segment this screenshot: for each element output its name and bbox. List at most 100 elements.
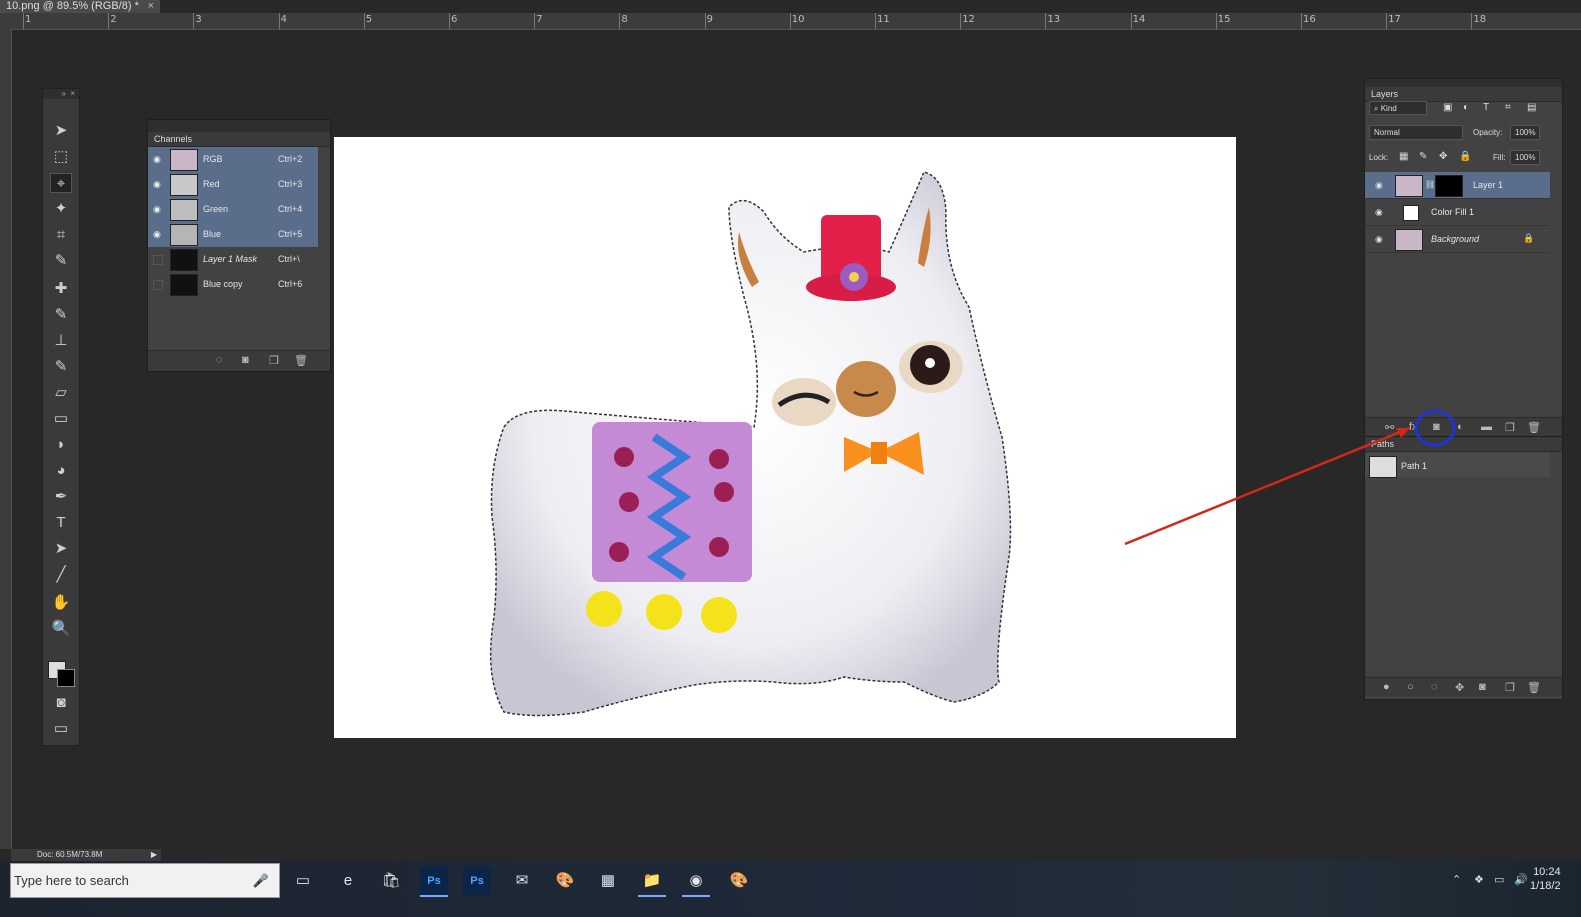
eye-icon[interactable]: ◉	[1375, 234, 1383, 245]
visibility-toggle[interactable]	[153, 280, 163, 290]
paint-icon[interactable]: 🎨	[551, 867, 579, 895]
eye-icon[interactable]: ◉	[153, 155, 163, 164]
document-tab[interactable]: 10.png @ 89.5% (RGB/8) * ×	[0, 0, 160, 13]
gradient-tool-icon[interactable]: ▭	[50, 409, 72, 429]
trash-icon[interactable]: 🗑	[294, 354, 308, 367]
fill-path-icon[interactable]: ●	[1383, 681, 1390, 693]
add-mask-icon[interactable]: ◙	[1479, 681, 1486, 693]
path-selection-tool-icon[interactable]: ➤	[50, 539, 72, 559]
calculator-icon[interactable]: ▦	[594, 867, 622, 895]
eye-icon[interactable]: ◉	[153, 180, 163, 189]
eyedropper-tool-icon[interactable]: ✎	[50, 251, 72, 271]
file-explorer-icon[interactable]: 📁	[638, 867, 666, 897]
hand-tool-icon[interactable]: ✋	[50, 593, 72, 613]
status-menu-icon[interactable]: ▶	[151, 849, 157, 861]
load-selection-icon[interactable]: ◌	[216, 354, 223, 366]
new-path-icon[interactable]: ❐	[1505, 681, 1515, 694]
blend-mode-select[interactable]: Normal	[1369, 125, 1463, 140]
polygonal-lasso-tool-icon[interactable]: ⌖	[50, 173, 72, 193]
chrome-icon[interactable]: ◉	[682, 867, 710, 897]
healing-brush-tool-icon[interactable]: ✚	[50, 279, 72, 299]
crop-tool-icon[interactable]: ⌗	[50, 225, 72, 245]
fill-field[interactable]: 100%	[1510, 150, 1540, 165]
layer-row[interactable]: ◉ Background 🔒	[1365, 226, 1550, 253]
channel-row[interactable]: Layer 1 Mask Ctrl+\	[148, 247, 318, 272]
quick-mask-icon[interactable]: ◙	[50, 693, 72, 713]
chevron-up-icon[interactable]: ⌃	[1452, 873, 1461, 886]
filter-smart-object-icon[interactable]: ▤	[1527, 102, 1536, 113]
layer-filter-select[interactable]: ⌕ Kind	[1369, 101, 1427, 115]
lock-image-icon[interactable]: ✎	[1419, 151, 1427, 162]
blur-tool-icon[interactable]: ◗	[50, 435, 72, 455]
layer-row[interactable]: ◉ Color Fill 1	[1365, 199, 1550, 226]
filter-shape-icon[interactable]: ⌗	[1505, 102, 1511, 113]
make-work-path-icon[interactable]: ✥	[1455, 681, 1464, 694]
trash-icon[interactable]: 🗑	[1527, 421, 1541, 434]
lock-transparent-icon[interactable]: ▦	[1399, 151, 1408, 162]
pen-tool-icon[interactable]: ✒	[50, 487, 72, 507]
adjustment-layer-icon[interactable]: ◐	[1457, 421, 1464, 433]
store-icon[interactable]: 🛍	[377, 867, 405, 895]
layer-mask-thumbnail[interactable]	[1435, 175, 1463, 197]
filter-type-icon[interactable]: T	[1483, 102, 1489, 113]
trash-icon[interactable]: 🗑	[1527, 681, 1541, 694]
channel-row[interactable]: ◉ Blue Ctrl+5	[148, 222, 318, 247]
new-layer-icon[interactable]: ❐	[1505, 421, 1515, 434]
photoshop-icon[interactable]: Ps	[420, 867, 448, 897]
channel-row[interactable]: ◉ Green Ctrl+4	[148, 197, 318, 222]
add-mask-icon[interactable]: ◙	[1433, 421, 1440, 433]
layer-row[interactable]: ◉ ⛓ Layer 1	[1365, 172, 1550, 199]
eye-icon[interactable]: ◉	[153, 230, 163, 239]
channels-panel-topbar[interactable]	[148, 120, 330, 132]
network-icon[interactable]: ▭	[1494, 873, 1504, 886]
eye-icon[interactable]: ◉	[153, 205, 163, 214]
zoom-tool-icon[interactable]: 🔍	[50, 619, 72, 639]
history-brush-tool-icon[interactable]: ✎	[50, 357, 72, 377]
task-view-icon[interactable]: ▭	[289, 867, 317, 895]
background-color-swatch[interactable]	[57, 669, 75, 687]
move-tool-icon[interactable]: ➤	[50, 121, 72, 141]
tools-panel-header[interactable]: » ×	[43, 89, 79, 99]
channel-row[interactable]: ◉ Red Ctrl+3	[148, 172, 318, 197]
paint-3d-icon[interactable]: 🎨	[725, 867, 753, 895]
type-tool-icon[interactable]: T	[50, 513, 72, 533]
close-icon[interactable]: ×	[148, 0, 154, 13]
line-tool-icon[interactable]: ╱	[50, 565, 72, 585]
channel-row[interactable]: ◉ RGB Ctrl+2	[148, 147, 318, 172]
lock-position-icon[interactable]: ✥	[1439, 151, 1447, 162]
layer-style-icon[interactable]: fx	[1409, 421, 1418, 433]
eye-icon[interactable]: ◉	[1375, 207, 1383, 218]
save-selection-icon[interactable]: ◙	[242, 354, 249, 366]
lock-all-icon[interactable]: 🔒	[1459, 151, 1471, 162]
clock[interactable]: 10:24 1/18/2	[1530, 865, 1561, 893]
filter-pixel-icon[interactable]: ▣	[1443, 102, 1452, 113]
eye-icon[interactable]: ◉	[1375, 180, 1383, 191]
visibility-toggle[interactable]	[153, 255, 163, 265]
search-input[interactable]: Type here to search	[14, 873, 129, 888]
new-group-icon[interactable]: ▬	[1481, 421, 1492, 433]
link-layers-icon[interactable]: ⚯	[1385, 421, 1394, 434]
marquee-tool-icon[interactable]: ⬚	[50, 147, 72, 167]
brush-tool-icon[interactable]: ✎	[50, 305, 72, 325]
layers-panel-title[interactable]: Layers	[1365, 87, 1562, 102]
mail-icon[interactable]: ✉	[508, 867, 536, 895]
taskbar-search[interactable]: Type here to search 🎤	[10, 863, 280, 898]
new-channel-icon[interactable]: ❐	[269, 354, 279, 367]
layers-panel-topbar[interactable]	[1365, 79, 1562, 87]
microphone-icon[interactable]: 🎤	[253, 864, 269, 897]
channels-panel-title[interactable]: Channels	[148, 132, 330, 147]
channel-row[interactable]: Blue copy Ctrl+6	[148, 272, 318, 297]
paths-panel-title[interactable]: Paths	[1365, 437, 1562, 452]
path-row[interactable]: Path 1	[1365, 453, 1550, 478]
link-icon[interactable]: ⛓	[1425, 180, 1435, 189]
filter-adjustment-icon[interactable]: ◐	[1463, 102, 1469, 113]
dropbox-icon[interactable]: ❖	[1474, 873, 1484, 886]
eraser-tool-icon[interactable]: ▱	[50, 383, 72, 403]
edge-icon[interactable]: e	[334, 867, 362, 895]
photoshop-2-icon[interactable]: Ps	[463, 867, 491, 895]
volume-icon[interactable]: 🔊	[1514, 873, 1528, 886]
load-path-as-selection-icon[interactable]: ◌	[1431, 681, 1438, 693]
dodge-tool-icon[interactable]: ◕	[50, 461, 72, 481]
document-canvas[interactable]	[334, 137, 1236, 738]
magic-wand-tool-icon[interactable]: ✦	[50, 199, 72, 219]
